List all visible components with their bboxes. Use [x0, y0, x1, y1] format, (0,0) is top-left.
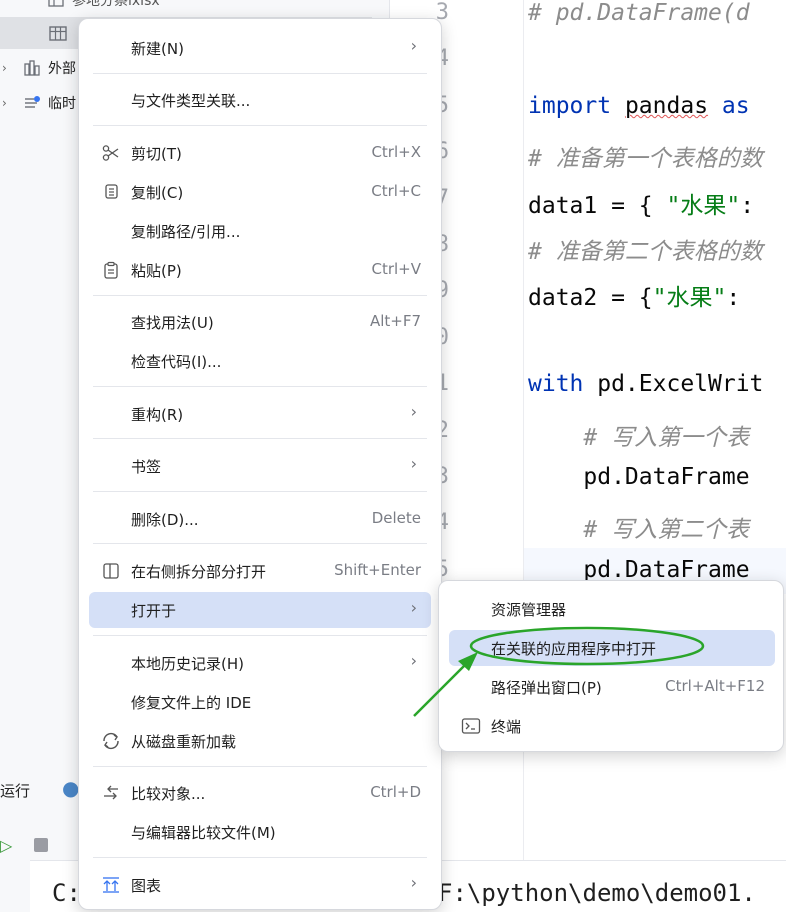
menu-separator: [93, 766, 427, 767]
table-file-icon: [46, 0, 66, 8]
tree-item-label: 临时: [48, 96, 76, 112]
menu-item-compare-with[interactable]: 比较对象... Ctrl+D: [89, 775, 431, 811]
chevron-right-icon: ›: [410, 598, 417, 617]
tree-item-scratches[interactable]: › 临时: [0, 87, 76, 119]
submenu-item-path-popup[interactable]: 路径弹出窗口(P) Ctrl+Alt+F12: [449, 669, 775, 705]
menu-separator: [93, 438, 427, 439]
chevron-right-icon: ›: [410, 651, 417, 670]
code-line: # 准备第二个表格的数: [528, 239, 763, 265]
tree-item-label: 参地分察lxisx: [72, 0, 160, 9]
menu-item-delete[interactable]: 删除(D)... Delete: [89, 501, 431, 537]
chevron-right-icon: ›: [410, 36, 417, 55]
menu-separator: [93, 73, 427, 74]
menu-separator: [93, 543, 427, 544]
chevron-right-icon: ›: [410, 454, 417, 473]
table-file-icon: [48, 25, 68, 41]
scratches-icon: [22, 95, 42, 111]
tree-item-partial[interactable]: 参地分察lxisx: [40, 0, 160, 16]
stop-icon[interactable]: [32, 836, 50, 858]
menu-item-repair-ide[interactable]: 修复文件上的 IDE: [89, 684, 431, 720]
menu-item-find-usages[interactable]: 查找用法(U) Alt+F7: [89, 304, 431, 340]
menu-item-cut[interactable]: 剪切(T) Ctrl+X: [89, 135, 431, 171]
tree-item-label: 外部: [48, 61, 76, 77]
chevron-right-icon[interactable]: ›: [2, 96, 16, 110]
menu-item-associate-file-type[interactable]: 与文件类型关联...: [89, 82, 431, 118]
rerun-icon[interactable]: ▷: [0, 836, 12, 855]
context-menu: 新建(N) › 与文件类型关联... 剪切(T) Ctrl+X 复制(C) Ct…: [78, 18, 442, 910]
python-icon: ●: [62, 776, 80, 800]
code-line: import pandas as: [528, 92, 750, 119]
menu-separator: [93, 491, 427, 492]
code-line: with pd.ExcelWrit: [528, 371, 764, 398]
submenu-item-explorer[interactable]: 资源管理器: [449, 591, 775, 627]
menu-item-reload-from-disk[interactable]: 从磁盘重新加载: [89, 723, 431, 759]
menu-separator: [93, 857, 427, 858]
menu-item-open-in[interactable]: 打开于 ›: [89, 592, 431, 628]
menu-item-split-right[interactable]: 在右侧拆分部分打开 Shift+Enter: [89, 553, 431, 589]
code-line: # 写入第二个表: [528, 517, 750, 544]
code-line: pd.DataFrame: [528, 556, 750, 583]
scissors-icon: [101, 143, 121, 163]
menu-item-bookmarks[interactable]: 书签 ›: [89, 448, 431, 484]
menu-item-local-history[interactable]: 本地历史记录(H) ›: [89, 645, 431, 681]
copy-icon: [101, 182, 121, 202]
menu-item-refactor[interactable]: 重构(R) ›: [89, 396, 431, 432]
submenu-item-terminal[interactable]: 终端: [449, 708, 775, 744]
clipboard-icon: [101, 260, 121, 280]
menu-item-inspect-code[interactable]: 检查代码(I)...: [89, 343, 431, 379]
library-icon: [22, 60, 42, 76]
terminal-icon: [461, 716, 481, 736]
run-tab[interactable]: 运行: [0, 780, 30, 801]
menu-separator: [93, 125, 427, 126]
split-view-icon: [101, 561, 121, 581]
menu-item-copy[interactable]: 复制(C) Ctrl+C: [89, 174, 431, 210]
code-line: data2 = {"水果":: [528, 285, 741, 312]
menu-item-copy-path[interactable]: 复制路径/引用...: [89, 213, 431, 249]
menu-item-paste[interactable]: 粘贴(P) Ctrl+V: [89, 252, 431, 288]
menu-item-diagrams[interactable]: 图表 ›: [89, 867, 431, 903]
open-in-submenu: 资源管理器 在关联的应用程序中打开 路径弹出窗口(P) Ctrl+Alt+F12…: [438, 580, 784, 752]
code-line: # pd.DataFrame(d: [528, 0, 750, 26]
code-line: # 准备第一个表格的数: [528, 146, 763, 173]
chevron-right-icon[interactable]: ›: [2, 61, 16, 75]
menu-item-new[interactable]: 新建(N) ›: [89, 30, 431, 66]
menu-separator: [93, 295, 427, 296]
console-text-left: C:: [52, 879, 81, 907]
console-text-right: F:\python\demo\demo01.: [438, 879, 756, 907]
chevron-right-icon: ›: [410, 402, 417, 421]
code-line: data1 = { "水果":: [528, 192, 755, 219]
menu-separator: [93, 635, 427, 636]
chevron-right-icon: ›: [410, 873, 417, 892]
submenu-item-associated-app[interactable]: 在关联的应用程序中打开: [449, 630, 775, 666]
code-line: # 写入第一个表: [528, 424, 750, 451]
diagram-icon: [101, 875, 121, 895]
tree-item-external-libs[interactable]: › 外部: [0, 52, 76, 84]
menu-item-compare-editor[interactable]: 与编辑器比较文件(M): [89, 814, 431, 850]
menu-separator: [93, 386, 427, 387]
refresh-icon: [101, 731, 121, 751]
code-line: pd.DataFrame: [528, 464, 750, 490]
compare-arrows-icon: [101, 783, 121, 803]
